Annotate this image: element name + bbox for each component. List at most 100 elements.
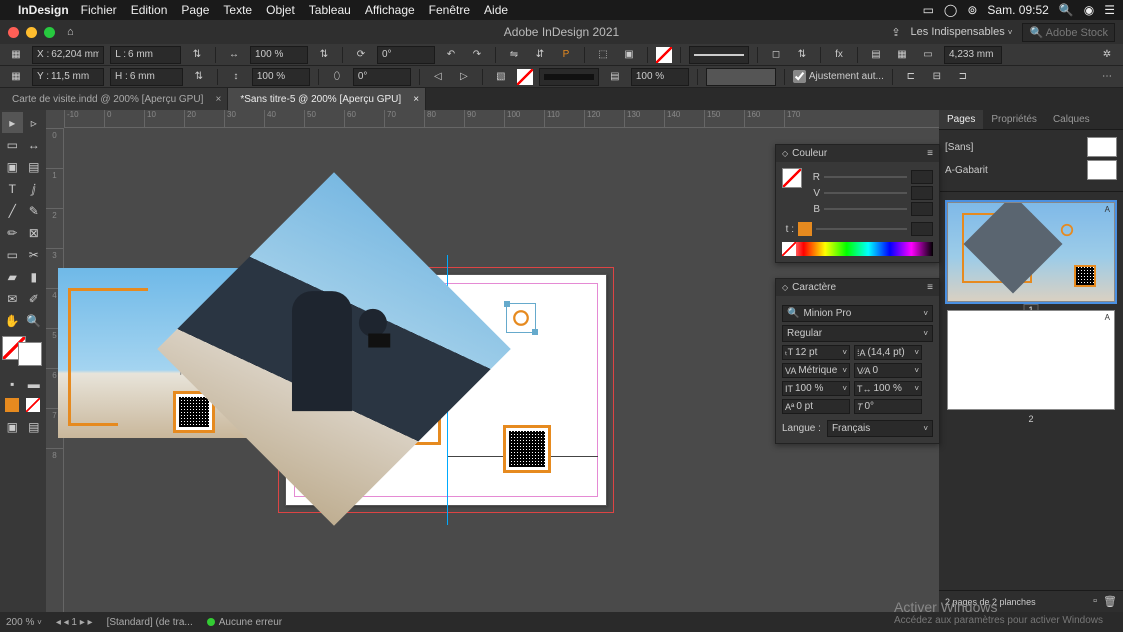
pen-tool[interactable]: ✎ [24,200,45,221]
color-panel[interactable]: ◇Couleur≡ R V B t : [775,144,940,263]
link-scale-icon[interactable]: ⇅ [314,46,334,64]
adobe-stock-search[interactable]: 🔍 Adobe Stock [1022,23,1115,42]
panel-menu-icon[interactable]: ≡ [927,148,933,159]
kerning-field[interactable]: VAMétrique˅ [782,363,850,378]
align-center-button[interactable]: ⊟ [927,68,947,86]
blend-mode-field[interactable] [706,68,776,86]
hand-tool[interactable]: ✋ [2,310,23,331]
scissors-tool[interactable]: ✂ [24,244,45,265]
page-nav[interactable]: ◂ ◂ 1 ▸ ▸ [56,617,93,628]
menu-text[interactable]: Texte [223,3,252,17]
caractere-panel[interactable]: ◇Caractère≡ 🔍 Minion Pro˅ Regular˅ ₜT12 … [775,278,940,444]
apply-none-button[interactable] [26,398,40,412]
close-icon[interactable]: × [413,94,419,105]
select-content-button[interactable]: ⬚ [593,46,613,64]
menu-file[interactable]: Fichier [81,3,117,17]
siri-icon[interactable]: ◉ [1084,3,1094,17]
maximize-window-button[interactable] [44,27,55,38]
cc-icon[interactable]: ◯ [944,3,957,17]
page-thumb-1[interactable]: A 1 [945,202,1117,302]
reference-point-widget[interactable]: ▦ [6,46,26,64]
workspace-switcher[interactable]: Les Indispensables ˅ [911,26,1013,38]
fill-swatch[interactable] [656,47,672,63]
master-none[interactable]: [Sans] [945,137,1117,157]
free-transform-tool[interactable]: ▰ [2,266,23,287]
stroke-type-field[interactable] [539,68,599,86]
hscale-field[interactable]: T↔100 %˅ [854,381,922,396]
menu-edit[interactable]: Edition [131,3,168,17]
opacity-field[interactable] [631,68,689,86]
type-tool[interactable]: T [2,178,23,199]
link-wh-icon[interactable]: ⇅ [187,46,207,64]
gradient-feather-tool[interactable]: ▮ [24,266,45,287]
baseline-field[interactable]: Aª0 pt [782,399,850,414]
selection-tool[interactable]: ▸ [2,112,23,133]
tab-pages[interactable]: Pages [939,110,983,129]
close-window-button[interactable] [8,27,19,38]
corner-link-icon[interactable]: ⇅ [792,46,812,64]
color-spectrum[interactable] [782,242,933,256]
preflight-status[interactable]: Aucune erreur [207,617,282,628]
apply-gradient-button[interactable]: ▬ [24,373,45,394]
scale-x-field[interactable] [250,46,308,64]
stroke-style-field[interactable] [689,46,749,64]
tab-layers[interactable]: Calques [1045,110,1098,129]
color-swatch-orange[interactable] [5,398,19,412]
gap-tool[interactable]: ↔ [24,134,45,155]
select-next-button[interactable]: ▷ [454,68,474,86]
page-tool[interactable]: ▭ [2,134,23,155]
delete-page-button[interactable]: 🗑 [1103,595,1117,608]
menu-window[interactable]: Fenêtre [429,3,470,17]
font-style-dropdown[interactable]: Regular˅ [782,325,933,342]
close-icon[interactable]: × [216,94,222,105]
bottom-panel-menu[interactable]: ⋯ [1097,68,1117,86]
shear-field[interactable] [353,68,411,86]
text-wrap-none[interactable]: ▤ [866,46,886,64]
zoom-field[interactable]: 200 % ˅ [6,617,42,628]
rotate-field[interactable] [377,46,435,64]
scale-y-field[interactable] [252,68,310,86]
tracking-field[interactable]: V⁄A0˅ [854,363,922,378]
stroke-weight-field[interactable] [944,46,1002,64]
share-icon[interactable]: ⇪ [891,26,900,39]
fill-proxy[interactable] [782,168,802,188]
new-page-button[interactable]: ▫ [1093,595,1097,608]
menu-object[interactable]: Objet [266,3,295,17]
h-field[interactable]: H : [110,68,183,86]
select-prev-button[interactable]: ◁ [428,68,448,86]
skew-field[interactable]: T0° [854,399,922,414]
link-wh-2-icon[interactable]: ⇅ [189,68,209,86]
search-icon[interactable]: 🔍 [1059,3,1074,17]
note-tool[interactable]: ✉ [2,288,23,309]
rectangle-frame-tool[interactable]: ⊠ [24,222,45,243]
panel-menu-button[interactable]: ✲ [1097,46,1117,64]
pencil-tool[interactable]: ✏ [2,222,23,243]
leading-field[interactable]: ⁞A(14,4 pt)˅ [854,345,922,360]
font-family-dropdown[interactable]: 🔍 Minion Pro˅ [782,305,933,322]
rectangle-tool[interactable]: ▭ [2,244,23,265]
qr-code-page[interactable] [503,425,551,473]
doc-tab-1[interactable]: Carte de visite.indd @ 200% [Aperçu GPU]… [0,88,228,110]
font-size-field[interactable]: ₜT12 pt˅ [782,345,850,360]
fill-stroke-proxy[interactable] [2,336,42,366]
content-placer-tool[interactable]: ▤ [24,156,45,177]
view-mode-preview[interactable]: ▤ [24,416,45,437]
x-field[interactable]: X : [32,46,104,64]
select-container-button[interactable]: ▣ [619,46,639,64]
langue-dropdown[interactable]: Français˅ [827,420,933,437]
auto-fit-checkbox[interactable]: Ajustement aut... [793,70,884,83]
direct-selection-tool[interactable]: ▹ [24,112,45,133]
flip-h-button[interactable]: ⇋ [504,46,524,64]
align-right-button[interactable]: ⊐ [953,68,973,86]
stroke-swatch[interactable] [517,69,533,85]
ref-point-2[interactable]: ▦ [6,68,26,86]
page-thumb-2[interactable]: A 2 [945,310,1117,410]
type-on-path-tool[interactable]: ⅉ [24,178,45,199]
w-field[interactable]: L : [110,46,181,64]
effects-button[interactable]: fx [829,46,849,64]
vscale-field[interactable]: IT100 %˅ [782,381,850,396]
clock[interactable]: Sam. 09:52 [987,3,1048,17]
menu-page[interactable]: Page [181,3,209,17]
rotate-ccw-button[interactable]: ↶ [441,46,461,64]
ruler-horizontal[interactable]: -100102030405060708090100110120130140150… [64,110,939,128]
